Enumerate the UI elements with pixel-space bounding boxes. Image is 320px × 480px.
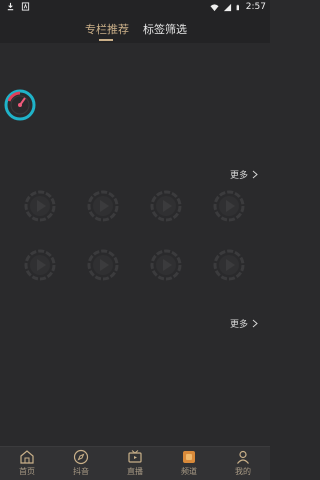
video-placeholder-grid: [24, 190, 254, 285]
bottom-nav: 首页 抖音 直播 频道 我的: [0, 446, 270, 480]
home-icon: [20, 450, 34, 464]
status-time: 2:57: [245, 2, 266, 12]
video-placeholder-play-icon[interactable]: [150, 249, 182, 281]
nav-label: 首页: [19, 467, 35, 476]
loading-speedometer-icon: [4, 89, 36, 121]
wifi-icon: [210, 3, 219, 11]
profile-icon: [237, 450, 249, 464]
more-label: 更多: [229, 320, 248, 330]
section-more-link[interactable]: 更多: [230, 168, 258, 181]
nav-label: 抖音: [73, 467, 89, 476]
nav-item-home[interactable]: 首页: [7, 449, 47, 477]
video-placeholder-play-icon[interactable]: [24, 249, 56, 281]
compass-icon: [73, 449, 89, 465]
tab-column-recommend[interactable]: 专栏推荐: [85, 21, 129, 37]
download-icon: [7, 2, 14, 11]
nav-item-live[interactable]: 直播: [115, 449, 155, 477]
nav-label: 频道: [181, 467, 197, 476]
video-placeholder-play-icon[interactable]: [213, 249, 245, 281]
signal-icon: [223, 3, 231, 11]
nav-item-profile[interactable]: 我的: [223, 449, 263, 477]
app-notification-icon: [21, 2, 30, 11]
top-tab-bar: 专栏推荐 标签筛选: [0, 15, 270, 43]
chevron-right-icon: [252, 319, 258, 328]
nav-item-channel[interactable]: 频道: [169, 449, 209, 477]
video-placeholder-play-icon[interactable]: [87, 190, 119, 222]
more-label: 更多: [229, 171, 248, 181]
video-placeholder-play-icon[interactable]: [24, 190, 56, 222]
video-placeholder-play-icon[interactable]: [150, 190, 182, 222]
chevron-right-icon: [252, 170, 258, 179]
nav-item-douyin[interactable]: 抖音: [61, 449, 101, 477]
section-more-link[interactable]: 更多: [230, 317, 258, 330]
nav-label: 我的: [235, 467, 251, 476]
video-placeholder-play-icon[interactable]: [213, 190, 245, 222]
tab-tag-filter[interactable]: 标签筛选: [143, 21, 187, 37]
tv-icon: [128, 450, 142, 463]
video-placeholder-play-icon[interactable]: [87, 249, 119, 281]
active-tab-indicator: [99, 39, 113, 41]
channel-icon: [183, 451, 195, 463]
status-bar: 2:57: [0, 0, 270, 15]
nav-label: 直播: [127, 467, 143, 476]
battery-icon: [236, 4, 239, 10]
